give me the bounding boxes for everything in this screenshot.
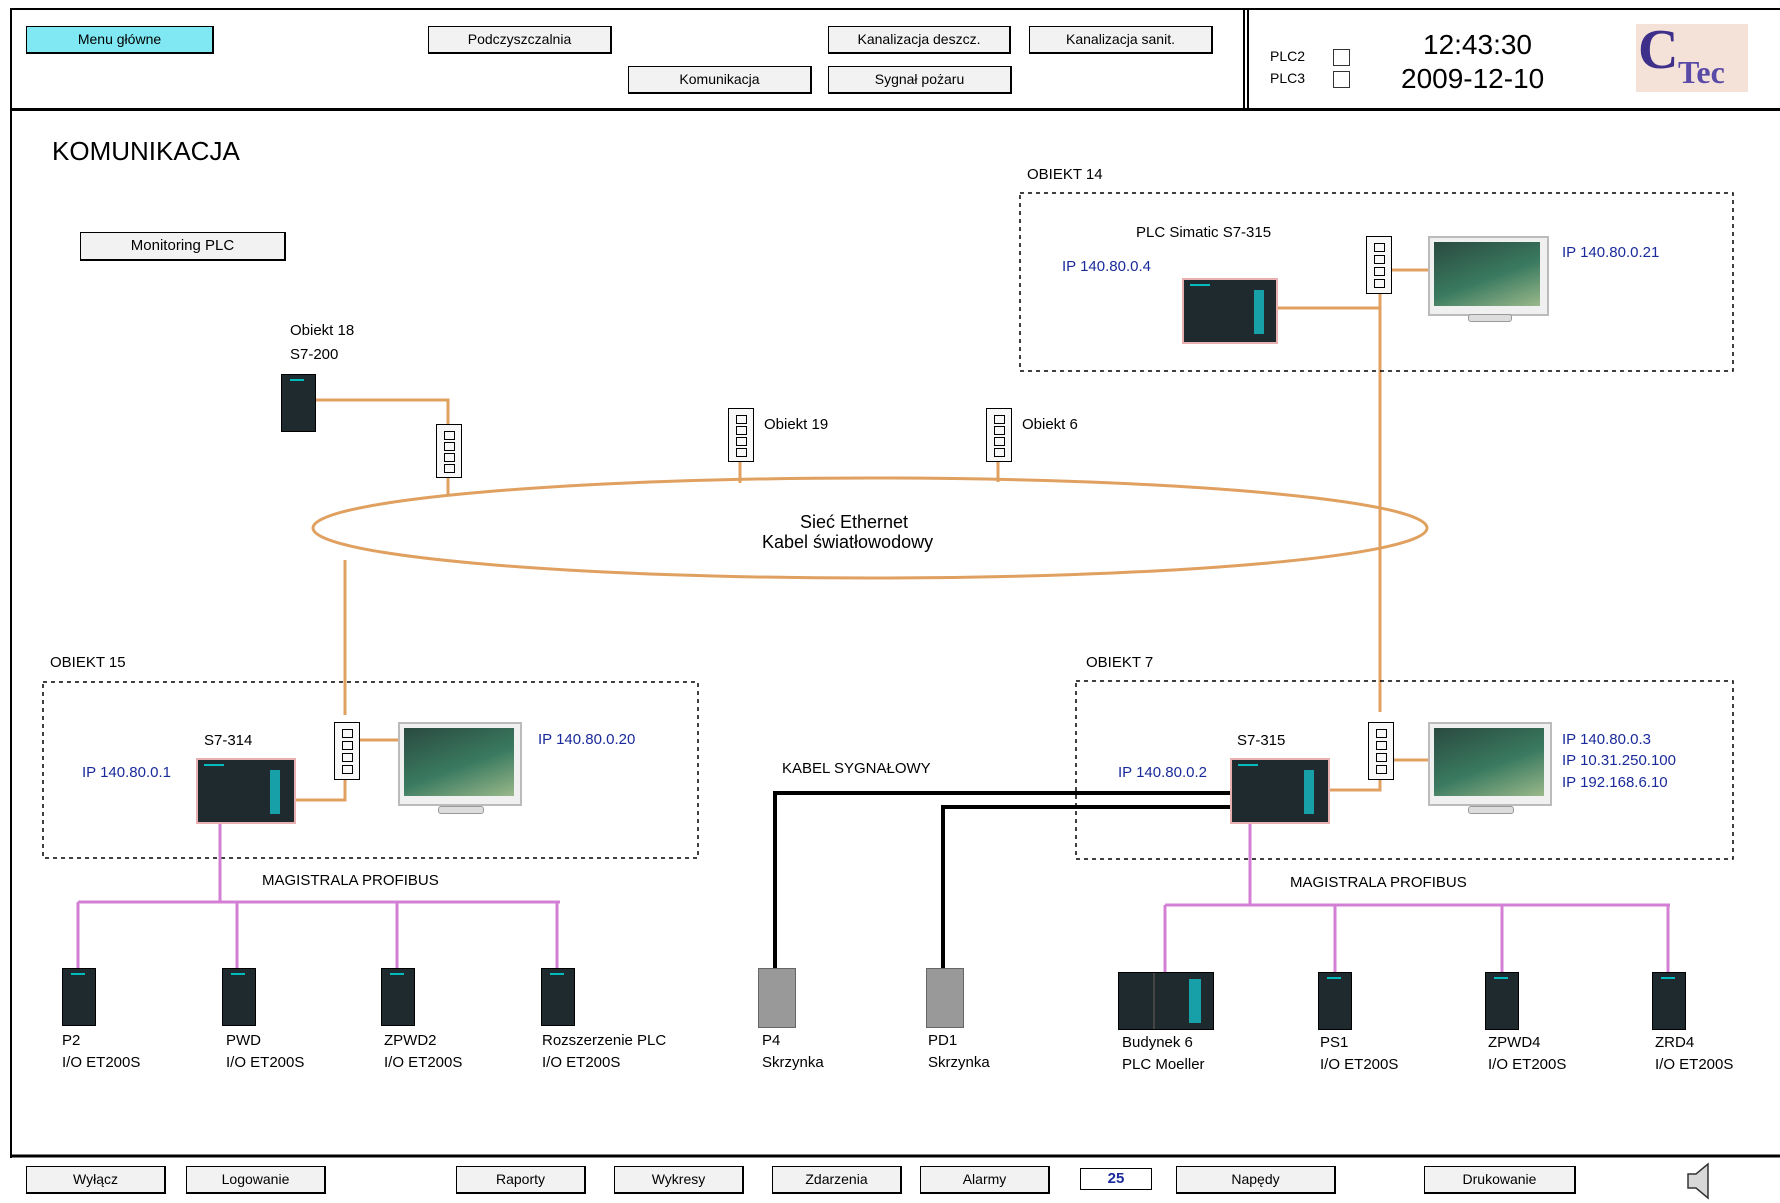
device-zpwd4[interactable] — [1485, 972, 1519, 1030]
device-zrd4-type: I/O ET200S — [1655, 1056, 1734, 1073]
device-budynek6-type: PLC Moeller — [1122, 1056, 1205, 1073]
obiekt19-switch — [728, 408, 754, 462]
footer-button-wylacz[interactable]: Wyłącz — [26, 1166, 166, 1194]
monitoring-plc-button[interactable]: Monitoring PLC — [80, 232, 286, 261]
obiekt7-hmi-ip-3: IP 192.168.6.10 — [1562, 774, 1668, 791]
obiekt18-s7-200-device[interactable] — [281, 374, 316, 432]
speaker-icon[interactable] — [1686, 1162, 1710, 1200]
obiekt14-label: OBIEKT 14 — [1027, 166, 1103, 183]
device-budynek6-label: Budynek 6 PLC Moeller — [1122, 1032, 1205, 1076]
obiekt6-label: Obiekt 6 — [1022, 416, 1078, 433]
obiekt14-plc-label: PLC Simatic S7-315 — [1136, 224, 1272, 241]
obiekt7-hmi-ip-2: IP 10.31.250.100 — [1562, 752, 1676, 769]
device-pd1-type: Skrzynka — [928, 1054, 990, 1071]
obiekt7-plc-device[interactable] — [1230, 758, 1330, 824]
device-zpwd2-type: I/O ET200S — [384, 1054, 463, 1071]
obiekt15-plc-ip: IP 140.80.0.1 — [82, 764, 171, 781]
obiekt18-plc-label: S7-200 — [290, 346, 339, 363]
device-budynek6-plc-moeller[interactable] — [1118, 972, 1214, 1030]
signal-cable-pd1 — [941, 805, 1230, 968]
device-zrd4-label: ZRD4 I/O ET200S — [1655, 1032, 1733, 1076]
device-pwd-label: PWD I/O ET200S — [226, 1030, 304, 1074]
device-zpwd4-type: I/O ET200S — [1488, 1056, 1567, 1073]
obiekt18-label: Obiekt 18 — [290, 322, 355, 339]
obiekt14-hmi-monitor[interactable] — [1428, 236, 1551, 322]
obiekt7-hmi-ip-1: IP 140.80.0.3 — [1562, 731, 1651, 748]
device-p2-type: I/O ET200S — [62, 1054, 141, 1071]
device-zpwd2-label: ZPWD2 I/O ET200S — [384, 1030, 462, 1074]
obiekt14-switch — [1366, 236, 1392, 294]
ethernet-cable-label: Kabel światłowodowy — [762, 532, 934, 552]
footer-button-alarmy[interactable]: Alarmy — [920, 1166, 1050, 1194]
obiekt18-switch — [436, 424, 462, 478]
device-ps1[interactable] — [1318, 972, 1352, 1030]
device-p4-label: P4 Skrzynka — [762, 1030, 824, 1074]
obiekt14-hmi-ip: IP 140.80.0.21 — [1562, 244, 1660, 261]
footer-button-drukowanie[interactable]: Drukowanie — [1424, 1166, 1576, 1194]
device-ps1-type: I/O ET200S — [1320, 1056, 1399, 1073]
device-pd1-box[interactable] — [926, 968, 964, 1028]
device-pwd[interactable] — [222, 968, 256, 1026]
device-p4-name: P4 — [762, 1032, 781, 1049]
obiekt7-plc-ip: IP 140.80.0.2 — [1118, 764, 1207, 781]
obiekt15-hmi-ip: IP 140.80.0.20 — [538, 731, 636, 748]
footer-button-zdarzenia[interactable]: Zdarzenia — [772, 1166, 902, 1194]
device-zrd4-name: ZRD4 — [1655, 1034, 1695, 1051]
device-zrd4[interactable] — [1652, 972, 1686, 1030]
device-p2[interactable] — [62, 968, 96, 1026]
obiekt6-switch — [986, 408, 1012, 462]
obiekt7-switch — [1368, 722, 1394, 780]
footer-button-raporty[interactable]: Raporty — [456, 1166, 586, 1194]
obiekt14-plc-ip: IP 140.80.0.4 — [1062, 258, 1151, 275]
ethernet-label: Sieć Ethernet — [800, 512, 909, 532]
device-pwd-name: PWD — [226, 1032, 261, 1049]
device-zpwd4-label: ZPWD4 I/O ET200S — [1488, 1032, 1566, 1076]
obiekt14-plc-device[interactable] — [1182, 278, 1278, 344]
device-p4-box[interactable] — [758, 968, 796, 1028]
device-ps1-label: PS1 I/O ET200S — [1320, 1032, 1398, 1076]
page-title: KOMUNIKACJA — [52, 136, 240, 166]
device-zpwd4-name: ZPWD4 — [1488, 1034, 1541, 1051]
device-pd1-name: PD1 — [928, 1032, 958, 1049]
device-rozszerzenie-name: Rozszerzenie PLC — [542, 1032, 667, 1049]
footer-button-logowanie[interactable]: Logowanie — [186, 1166, 326, 1194]
obiekt15-hmi-monitor[interactable] — [398, 722, 524, 816]
device-p2-label: P2 I/O ET200S — [62, 1030, 140, 1074]
device-budynek6-name: Budynek 6 — [1122, 1034, 1193, 1051]
footer-button-wykresy[interactable]: Wykresy — [614, 1166, 744, 1194]
signal-cable-label: KABEL SYGNAŁOWY — [782, 760, 931, 777]
device-rozszerzenie-label: Rozszerzenie PLC I/O ET200S — [542, 1030, 666, 1074]
device-zpwd2-name: ZPWD2 — [384, 1032, 437, 1049]
footer-button-napedy[interactable]: Napędy — [1176, 1166, 1336, 1194]
obiekt7-label: OBIEKT 7 — [1086, 654, 1154, 671]
obiekt7-hmi-monitor[interactable] — [1428, 722, 1554, 816]
device-pwd-type: I/O ET200S — [226, 1054, 305, 1071]
device-pd1-label: PD1 Skrzynka — [928, 1030, 990, 1074]
device-rozszerzenie-type: I/O ET200S — [542, 1054, 621, 1071]
obiekt15-label: OBIEKT 15 — [50, 654, 126, 671]
device-ps1-name: PS1 — [1320, 1034, 1349, 1051]
obiekt7-plc-label: S7-315 — [1237, 732, 1286, 749]
signal-cable-p4 — [773, 791, 1230, 968]
device-p2-name: P2 — [62, 1032, 81, 1049]
obiekt15-bus-label: MAGISTRALA PROFIBUS — [262, 872, 439, 889]
device-p4-type: Skrzynka — [762, 1054, 824, 1071]
device-rozszerzenie-plc[interactable] — [541, 968, 575, 1026]
obiekt7-bus-label: MAGISTRALA PROFIBUS — [1290, 874, 1467, 891]
obiekt19-label: Obiekt 19 — [764, 416, 829, 433]
obiekt15-plc-label: S7-314 — [204, 732, 253, 749]
device-zpwd2[interactable] — [381, 968, 415, 1026]
obiekt15-switch — [334, 722, 360, 780]
obiekt15-plc-device[interactable] — [196, 758, 296, 824]
link-obiekt18 — [314, 398, 450, 425]
alarm-counter: 25 — [1080, 1168, 1152, 1190]
